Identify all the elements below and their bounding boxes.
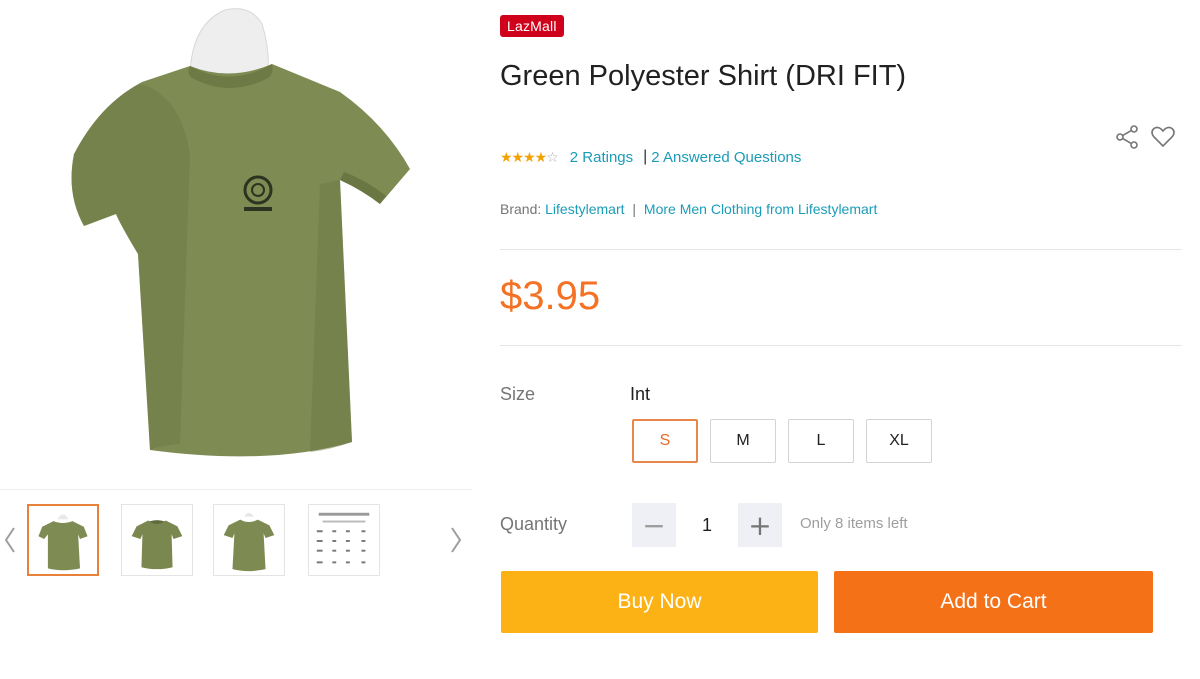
thumbnail-2[interactable] [121,504,193,576]
thumbnail-next-arrow-icon[interactable] [444,518,468,562]
rating-stars: ★★★★☆ [500,148,559,166]
product-gallery [0,0,472,679]
rating-row: ★★★★☆ 2 Ratings | 2 Answered Questions [500,146,801,168]
thumbnail-3[interactable] [213,504,285,576]
divider-top [500,249,1182,250]
lazmall-badge: LazMall [500,15,564,37]
divider-bottom [500,345,1182,346]
add-to-cart-button[interactable]: Add to Cart [834,571,1153,633]
size-option-m[interactable]: M [710,419,776,463]
size-system: Int [630,384,651,404]
brand-separator: | [632,201,637,217]
size-options: S M L XL [632,419,932,463]
brand-row: Brand: Lifestylemart | More Men Clothing… [500,201,877,217]
quantity-stepper: − + [632,503,782,547]
quantity-increase-button[interactable]: + [738,503,782,547]
more-from-brand-link[interactable]: More Men Clothing from Lifestylemart [644,201,877,217]
product-title: Green Polyester Shirt (DRI FIT) [500,60,907,92]
thumbnail-1[interactable] [27,504,99,576]
product-actions [1114,124,1176,150]
size-option-xl[interactable]: XL [866,419,932,463]
star-filled-icon: ★★★★ [500,148,547,165]
size-option-l[interactable]: L [788,419,854,463]
ratings-link[interactable]: 2 Ratings [570,149,633,166]
main-product-image[interactable] [40,4,440,479]
quantity-input[interactable] [676,503,738,547]
brand-label: Brand: [500,201,542,217]
thumbnail-size-chart[interactable] [308,504,380,576]
gallery-divider [0,489,472,490]
product-price: $3.95 [500,274,601,318]
size-option-s[interactable]: S [632,419,698,463]
share-icon[interactable] [1114,124,1140,150]
brand-link[interactable]: Lifestylemart [545,201,624,217]
star-empty-icon: ☆ [546,148,559,165]
quantity-decrease-button[interactable]: − [632,503,676,547]
quantity-label: Quantity [500,514,568,534]
buy-now-button[interactable]: Buy Now [501,571,818,633]
answered-questions-link[interactable]: 2 Answered Questions [651,149,801,166]
stock-note: Only 8 items left [800,515,908,532]
thumbnail-strip [0,500,472,580]
tshirt-image [71,8,411,457]
rating-separator: | [643,148,648,165]
heart-icon[interactable] [1150,124,1176,150]
thumbnail-prev-arrow-icon[interactable] [0,518,24,562]
size-label: Size [500,384,536,404]
